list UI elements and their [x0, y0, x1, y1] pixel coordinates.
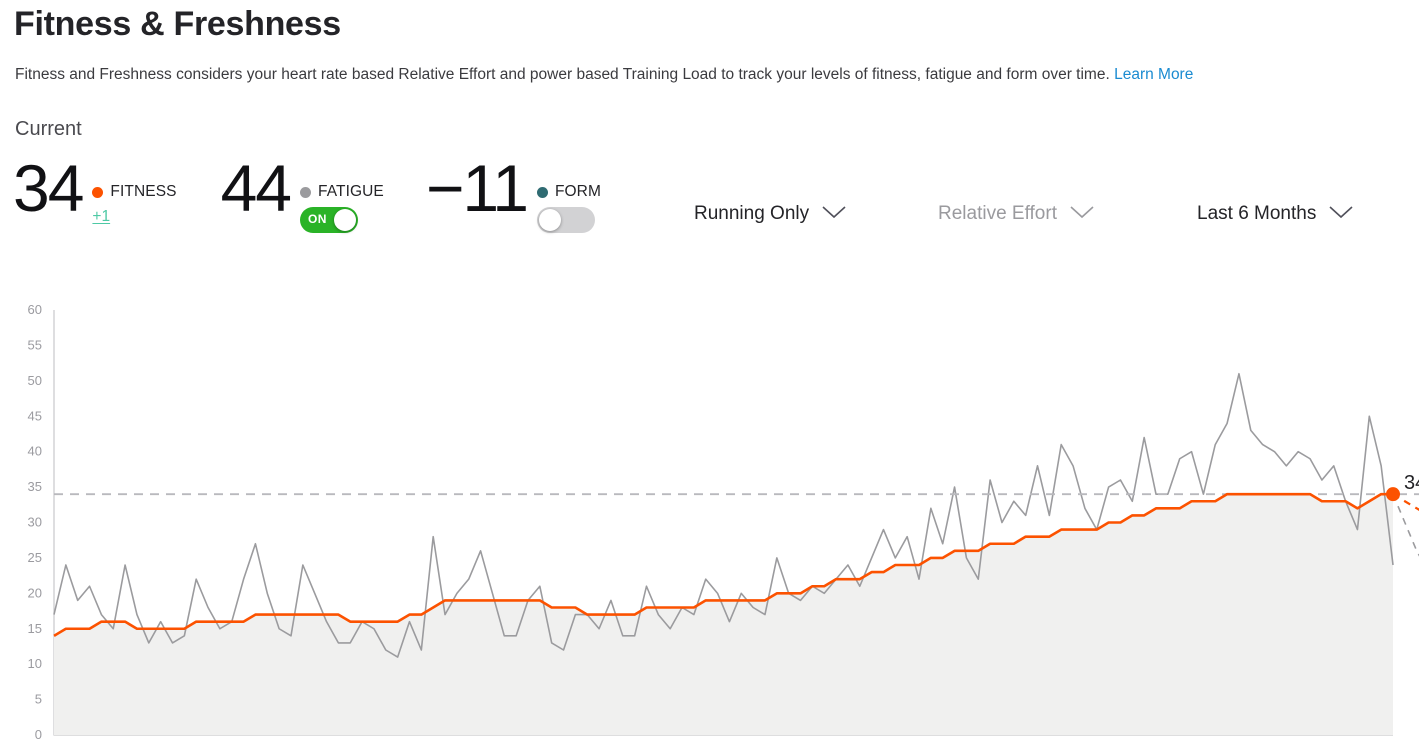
fitness-delta[interactable]: +1	[92, 208, 110, 226]
fitness-side: FITNESS +1	[92, 155, 176, 226]
y-axis-tick: 30	[28, 515, 42, 530]
form-value: −11	[425, 151, 529, 225]
fatigue-toggle-knob[interactable]	[334, 209, 356, 231]
y-axis-tick: 0	[35, 727, 42, 742]
activity-type-dropdown[interactable]: Running Only	[694, 203, 847, 225]
current-value-marker[interactable]	[1386, 487, 1400, 502]
metric-type-label: Relative Effort	[938, 203, 1057, 224]
fitness-dot-icon	[92, 186, 104, 198]
y-axis-tick: 50	[28, 373, 42, 388]
fatigue-dot-icon	[300, 186, 311, 198]
chart-canvas[interactable]: 0 5 10 15 20 25 30 35 40 45 50 55 60 34	[0, 290, 1419, 742]
activity-type-label: Running Only	[694, 203, 810, 224]
stat-fatigue: 44 FATIGUE ON	[221, 155, 384, 233]
y-axis-tick: 60	[28, 302, 42, 317]
fatigue-legend-label: FATIGUE	[318, 183, 384, 200]
y-axis-tick: 5	[35, 692, 42, 707]
fatigue-toggle-label: ON	[308, 212, 327, 226]
y-axis-tick: 55	[28, 337, 42, 352]
fitness-legend-label: FITNESS	[110, 183, 177, 200]
y-axis-tick: 20	[28, 585, 42, 600]
y-axis-tick: 35	[28, 479, 42, 494]
y-axis-tick: 45	[28, 408, 42, 423]
date-range-label: Last 6 Months	[1197, 203, 1317, 224]
fitness-legend: FITNESS	[92, 183, 176, 201]
y-axis-tick: 40	[28, 444, 42, 459]
fatigue-side: FATIGUE ON	[300, 155, 384, 233]
description-text: Fitness and Freshness considers your hea…	[15, 66, 1110, 83]
y-axis-tick: 10	[28, 656, 42, 671]
fitness-freshness-page: Fitness & Freshness Fitness and Freshnes…	[0, 0, 1419, 742]
y-axis-tick: 15	[28, 621, 42, 636]
page-title: Fitness & Freshness	[14, 5, 341, 43]
stat-fitness: 34 FITNESS +1	[13, 155, 177, 226]
fitness-chart[interactable]: 0 5 10 15 20 25 30 35 40 45 50 55 60 34	[0, 290, 1419, 742]
fatigue-legend: FATIGUE	[300, 183, 384, 201]
current-label: Current	[15, 118, 82, 140]
projection-line	[1392, 493, 1419, 557]
fitness-value: 34	[13, 151, 84, 225]
current-stats-row: 34 FITNESS +1 44 FATIGUE ON −11 FORM	[13, 155, 601, 233]
fatigue-toggle[interactable]: ON	[300, 207, 358, 233]
chevron-down-icon	[1069, 203, 1095, 225]
metric-type-dropdown[interactable]: Relative Effort	[938, 203, 1095, 225]
chevron-down-icon	[1328, 203, 1354, 225]
learn-more-link[interactable]: Learn More	[1114, 66, 1193, 83]
form-side: FORM	[536, 155, 601, 233]
form-toggle-knob[interactable]	[538, 209, 561, 231]
date-range-dropdown[interactable]: Last 6 Months	[1197, 203, 1354, 225]
fatigue-value: 44	[220, 151, 292, 225]
page-description: Fitness and Freshness considers your hea…	[15, 64, 1193, 86]
y-axis-tick: 25	[28, 550, 42, 565]
current-value-label: 34	[1404, 472, 1419, 494]
form-legend: FORM	[536, 183, 601, 201]
form-toggle[interactable]	[536, 207, 595, 233]
chevron-down-icon	[821, 203, 847, 225]
form-legend-label: FORM	[554, 183, 601, 200]
stat-form: −11 FORM	[426, 155, 601, 233]
form-dot-icon	[536, 186, 548, 198]
